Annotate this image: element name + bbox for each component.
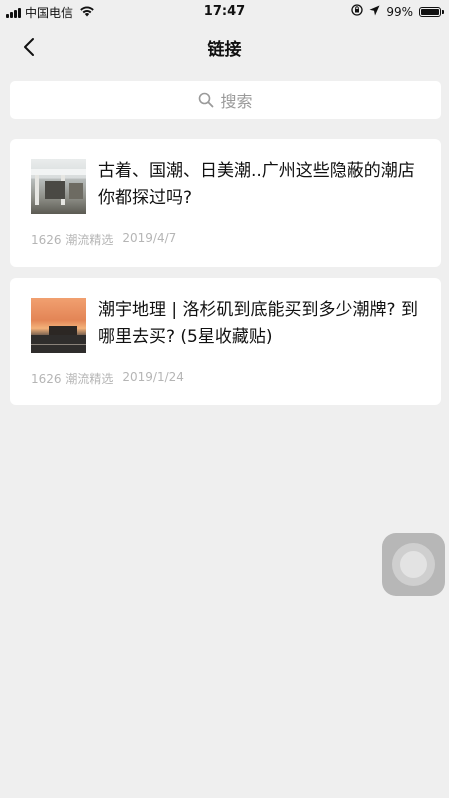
article-date: 2019/4/7 bbox=[122, 231, 177, 245]
article-meta: 1626 潮流精选 2019/4/7 bbox=[31, 231, 176, 248]
article-thumbnail bbox=[31, 298, 86, 353]
status-right: 99% bbox=[351, 4, 444, 19]
article-card[interactable]: 古着、国潮、日美潮..广州这些隐蔽的潮店你都探过吗? 1626 潮流精选 201… bbox=[10, 139, 441, 267]
article-title: 古着、国潮、日美潮..广州这些隐蔽的潮店你都探过吗? bbox=[98, 161, 415, 208]
article-meta: 1626 潮流精选 2019/1/24 bbox=[31, 370, 184, 387]
status-bar: 中国电信 17:47 99% bbox=[0, 0, 449, 24]
nav-bar: 链接 bbox=[0, 24, 449, 70]
battery-percent: 99% bbox=[386, 4, 413, 19]
battery-fill bbox=[421, 8, 439, 15]
article-date: 2019/1/24 bbox=[122, 370, 184, 384]
article-thumbnail bbox=[31, 159, 86, 214]
article-source: 1626 潮流精选 bbox=[31, 233, 114, 247]
assistive-touch-button[interactable] bbox=[382, 533, 445, 596]
page-title: 链接 bbox=[207, 40, 242, 60]
orientation-lock-icon bbox=[351, 4, 363, 19]
location-icon bbox=[369, 5, 380, 19]
article-source: 1626 潮流精选 bbox=[31, 372, 114, 386]
article-card[interactable]: 潮宇地理 | 洛杉矶到底能买到多少潮牌? 到哪里去买? (5星收藏贴) 1626… bbox=[10, 278, 441, 405]
battery-icon bbox=[419, 6, 444, 17]
search-placeholder: 搜索 bbox=[220, 92, 253, 111]
article-title: 潮宇地理 | 洛杉矶到底能买到多少潮牌? 到哪里去买? (5星收藏贴) bbox=[98, 300, 418, 347]
search-input[interactable]: 搜索 bbox=[10, 81, 441, 119]
search-icon bbox=[198, 92, 214, 108]
